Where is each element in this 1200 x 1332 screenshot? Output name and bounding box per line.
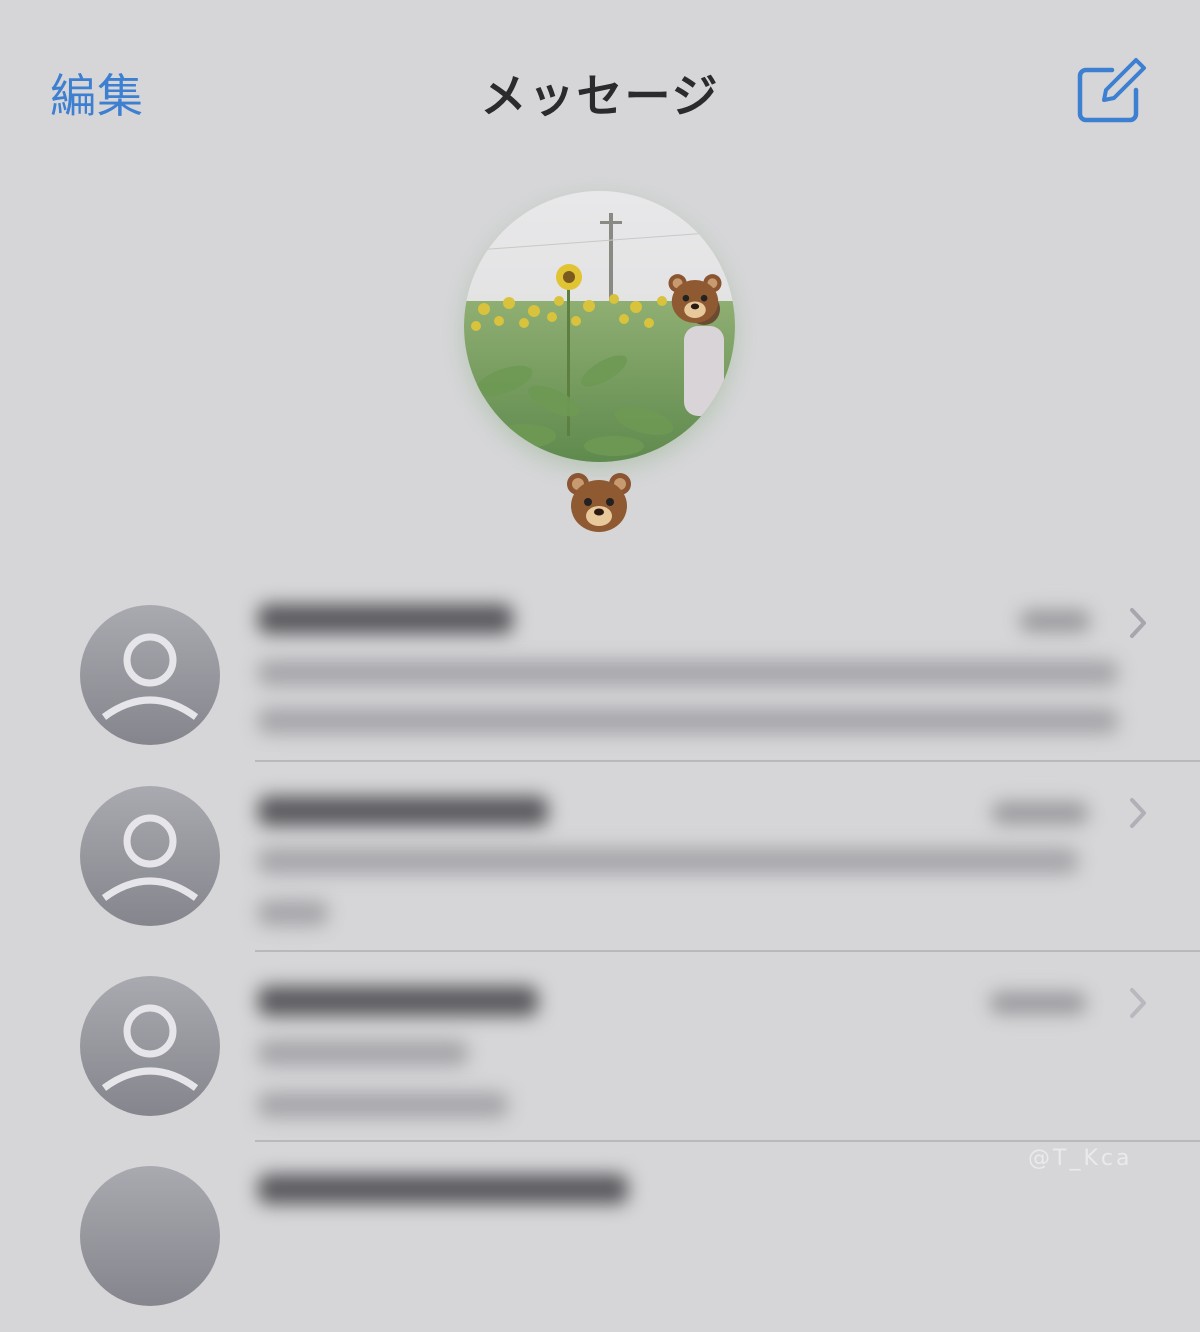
- compose-button[interactable]: [1074, 56, 1150, 128]
- person-placeholder-icon: [80, 605, 220, 745]
- person-placeholder-icon: [80, 786, 220, 926]
- chevron-right-icon: [1130, 608, 1146, 638]
- conversation-row[interactable]: [0, 570, 1200, 760]
- person-placeholder-icon: [80, 976, 220, 1116]
- message-preview: [258, 1092, 508, 1118]
- message-time: [1020, 610, 1090, 632]
- page-title: メッセージ: [480, 69, 720, 123]
- message-preview: [258, 900, 328, 926]
- pinned-contact-name: [564, 468, 634, 538]
- bear-sticker: [666, 270, 724, 328]
- bear-face-icon: [567, 473, 631, 532]
- message-time: [990, 992, 1086, 1014]
- contact-name: [258, 604, 513, 634]
- conversation-row[interactable]: [0, 762, 1200, 952]
- message-preview: [258, 708, 1118, 734]
- message-preview: [258, 848, 1078, 874]
- message-time: [992, 802, 1088, 824]
- message-preview: [258, 660, 1118, 686]
- person-placeholder-icon: [80, 1166, 220, 1306]
- conversation-row[interactable]: [0, 952, 1200, 1142]
- chevron-right-icon: [1130, 798, 1146, 828]
- contact-name: [258, 1174, 628, 1204]
- contact-name: [258, 986, 538, 1016]
- conversation-row[interactable]: [0, 1142, 1200, 1332]
- contact-name: [258, 796, 548, 826]
- message-preview: [258, 1040, 468, 1066]
- chevron-right-icon: [1130, 988, 1146, 1018]
- watermark: @T_Kca: [1028, 1146, 1133, 1171]
- compose-icon: [1077, 58, 1146, 123]
